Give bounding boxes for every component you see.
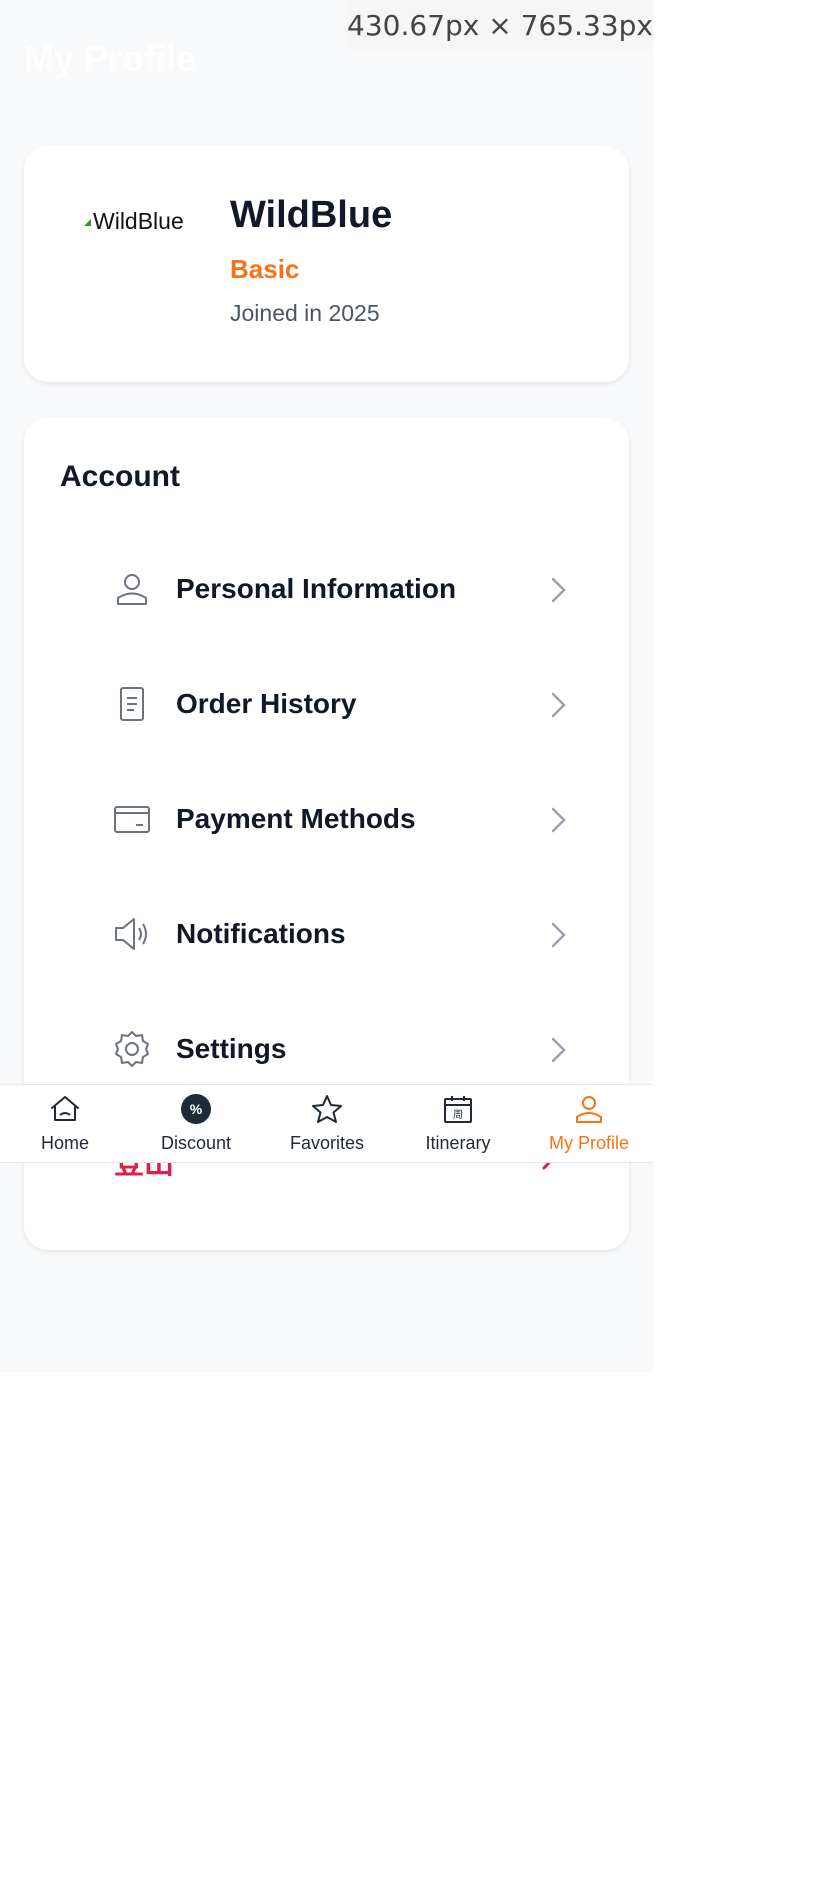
dimension-overlay: 430.67px × 765.33px [347, 0, 653, 50]
tab-home[interactable]: Home [0, 1085, 130, 1162]
tab-label: Itinerary [425, 1133, 491, 1153]
menu-item-label: Personal Information [176, 573, 457, 604]
calendar-badge-text: 周 [453, 1109, 463, 1121]
menu-item-payment-methods[interactable]: Payment Methods [60, 763, 593, 878]
discount-badge-text: % [190, 1101, 203, 1117]
page-title: My Profile [24, 38, 197, 79]
tab-label: Home [40, 1133, 89, 1153]
avatar-alt-text: WildBlue [93, 208, 184, 234]
tab-label: Discount [160, 1133, 232, 1153]
chevron-right-icon [551, 577, 566, 603]
avatar[interactable]: WildBlue [84, 208, 208, 308]
discount-icon: % [181, 1094, 211, 1124]
menu-item-personal-information[interactable]: Personal Information [60, 533, 593, 648]
menu-item-label: Settings [176, 1033, 287, 1064]
joined-date: Joined in 2025 [230, 300, 380, 326]
home-icon [51, 1096, 79, 1121]
tab-itinerary[interactable]: 周 Itinerary [393, 1085, 523, 1162]
gear-icon [115, 1031, 149, 1067]
wallet-icon [114, 806, 150, 833]
chevron-right-icon [551, 922, 566, 948]
user-icon [117, 574, 147, 605]
speaker-icon [115, 918, 147, 950]
menu-item-order-history[interactable]: Order History [60, 648, 593, 763]
chevron-right-icon [551, 807, 566, 833]
broken-image-icon [84, 219, 91, 227]
bottom-tab-bar: Home % Discount Favorites 周 Itinerary My… [0, 1084, 653, 1163]
profile-card: WildBlue WildBlue Basic Joined in 2025 [24, 146, 629, 382]
tab-label: Favorites [289, 1133, 365, 1153]
document-icon [120, 687, 144, 721]
app-screen: My Profile 430.67px × 765.33px WildBlue … [0, 0, 653, 1372]
tab-favorites[interactable]: Favorites [262, 1085, 392, 1162]
profile-icon [576, 1096, 602, 1123]
chevron-right-icon [551, 692, 566, 718]
star-icon [312, 1095, 342, 1123]
menu-item-notifications[interactable]: Notifications [60, 878, 593, 993]
user-name: WildBlue [230, 194, 393, 236]
menu-item-label: Order History [176, 688, 357, 719]
menu-item-label: Notifications [176, 918, 346, 949]
calendar-icon: 周 [444, 1096, 472, 1123]
section-title-account: Account [60, 460, 180, 493]
membership-tier: Basic [230, 254, 300, 284]
tab-label: My Profile [548, 1133, 629, 1153]
tab-my-profile[interactable]: My Profile [524, 1085, 653, 1162]
chevron-right-icon [551, 1037, 566, 1063]
tab-discount[interactable]: % Discount [131, 1085, 261, 1162]
menu-item-label: Payment Methods [176, 803, 416, 834]
